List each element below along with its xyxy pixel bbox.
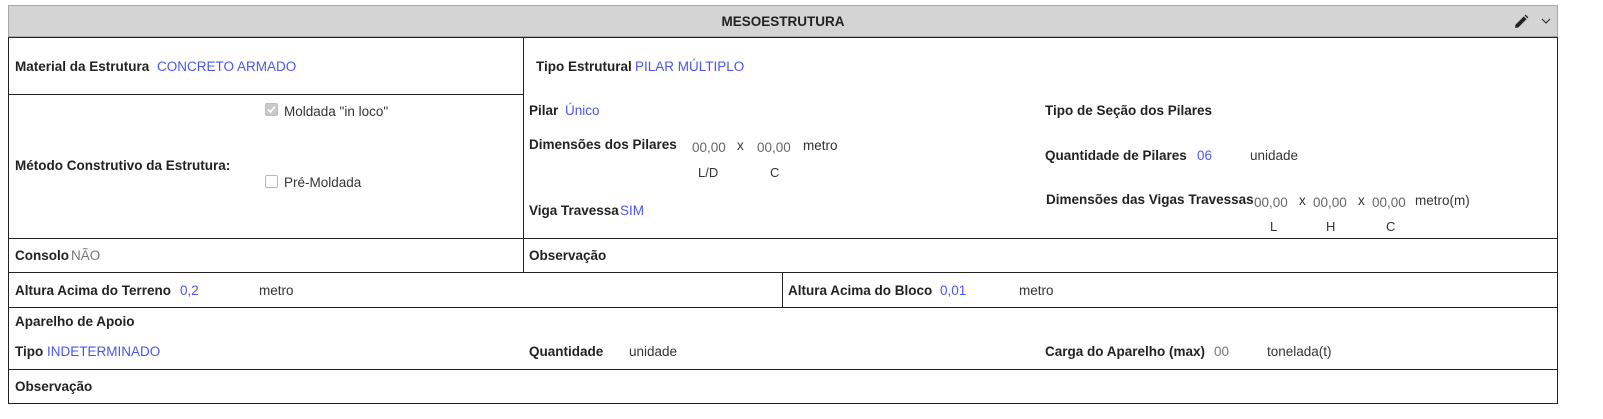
material-value: CONCRETO ARMADO — [157, 59, 297, 74]
mesoestrutura-panel: MESOESTRUTURA Material da Estrutura CONC… — [8, 5, 1558, 404]
aparelho-quantidade-unit: unidade — [629, 344, 678, 359]
divider — [8, 272, 1558, 273]
altura-terreno-unit: metro — [259, 283, 294, 298]
observacao-aparelho-label: Observação — [15, 379, 93, 394]
consolo-label: Consolo — [15, 248, 69, 263]
tipo-estrutural-label: Tipo Estrutural — [536, 59, 632, 74]
observacao-label: Observação — [529, 248, 607, 263]
times-sign: x — [737, 138, 744, 153]
altura-bloco-value: 0,01 — [940, 283, 967, 298]
viga-l-caption: L — [1270, 219, 1278, 234]
altura-terreno-value: 0,2 — [180, 283, 199, 298]
dimensao-c-caption: C — [770, 165, 780, 180]
chevron-down-icon[interactable] — [1540, 15, 1552, 27]
section-header[interactable]: MESOESTRUTURA — [8, 5, 1558, 37]
altura-bloco-unit: metro — [1019, 283, 1054, 298]
pre-moldada-checkbox[interactable] — [265, 175, 278, 188]
aparelho-tipo-value: INDETERMINADO — [47, 344, 161, 359]
viga-l-field[interactable]: 00,00 — [1254, 195, 1288, 210]
viga-h-field[interactable]: 00,00 — [1313, 195, 1347, 210]
dimensoes-pilares-unit: metro — [803, 138, 838, 153]
quantidade-pilares-value: 06 — [1197, 148, 1213, 163]
viga-travessa-value: SIM — [620, 203, 645, 218]
dimensao-ld-field[interactable]: 00,00 — [692, 140, 726, 155]
pencil-icon[interactable] — [1512, 13, 1530, 31]
viga-travessa-label: Viga Travessa — [529, 203, 619, 218]
consolo-value: NÃO — [71, 248, 101, 263]
dimensoes-vigas-unit: metro(m) — [1415, 193, 1470, 208]
times-sign: x — [1299, 193, 1306, 208]
dimensoes-vigas-label: Dimensões das Vigas Travessas — [1046, 192, 1254, 207]
viga-h-caption: H — [1326, 219, 1336, 234]
viga-c-caption: C — [1386, 219, 1396, 234]
section-title: MESOESTRUTURA — [721, 14, 845, 29]
tipo-estrutural-value: PILAR MÚLTIPLO — [635, 59, 745, 74]
divider — [8, 238, 1558, 239]
quantidade-pilares-label: Quantidade de Pilares — [1045, 148, 1187, 163]
times-sign: x — [1358, 193, 1365, 208]
carga-aparelho-label: Carga do Aparelho (max) — [1045, 344, 1206, 359]
carga-aparelho-value: 00 — [1214, 344, 1230, 359]
quantidade-pilares-unit: unidade — [1250, 148, 1299, 163]
moldada-in-loco-checkbox[interactable] — [265, 103, 278, 116]
divider — [782, 272, 783, 307]
aparelho-quantidade-label: Quantidade — [529, 344, 604, 359]
altura-terreno-label: Altura Acima do Terreno — [15, 283, 172, 298]
material-label: Material da Estrutura — [15, 59, 150, 74]
tipo-secao-pilares-label: Tipo de Seção dos Pilares — [1045, 103, 1213, 118]
pre-moldada-label[interactable]: Pré-Moldada — [284, 175, 361, 190]
altura-bloco-label: Altura Acima do Bloco — [788, 283, 933, 298]
aparelho-apoio-title: Aparelho de Apoio — [15, 314, 135, 329]
aparelho-tipo-label: Tipo — [15, 344, 44, 359]
divider — [523, 37, 524, 238]
viga-c-field[interactable]: 00,00 — [1372, 195, 1406, 210]
divider — [8, 307, 1558, 308]
divider — [8, 94, 523, 95]
pilar-value: Único — [565, 103, 600, 118]
dimensoes-pilares-label: Dimensões dos Pilares — [529, 137, 677, 152]
carga-aparelho-unit: tonelada(t) — [1267, 344, 1332, 359]
dimensao-ld-caption: L/D — [698, 165, 719, 180]
divider — [523, 238, 524, 272]
divider — [8, 369, 1558, 370]
metodo-construtivo-label: Método Construtivo da Estrutura: — [15, 158, 231, 173]
moldada-in-loco-label[interactable]: Moldada "in loco" — [284, 104, 388, 119]
dimensao-c-field[interactable]: 00,00 — [757, 140, 791, 155]
pilar-label: Pilar — [529, 103, 559, 118]
